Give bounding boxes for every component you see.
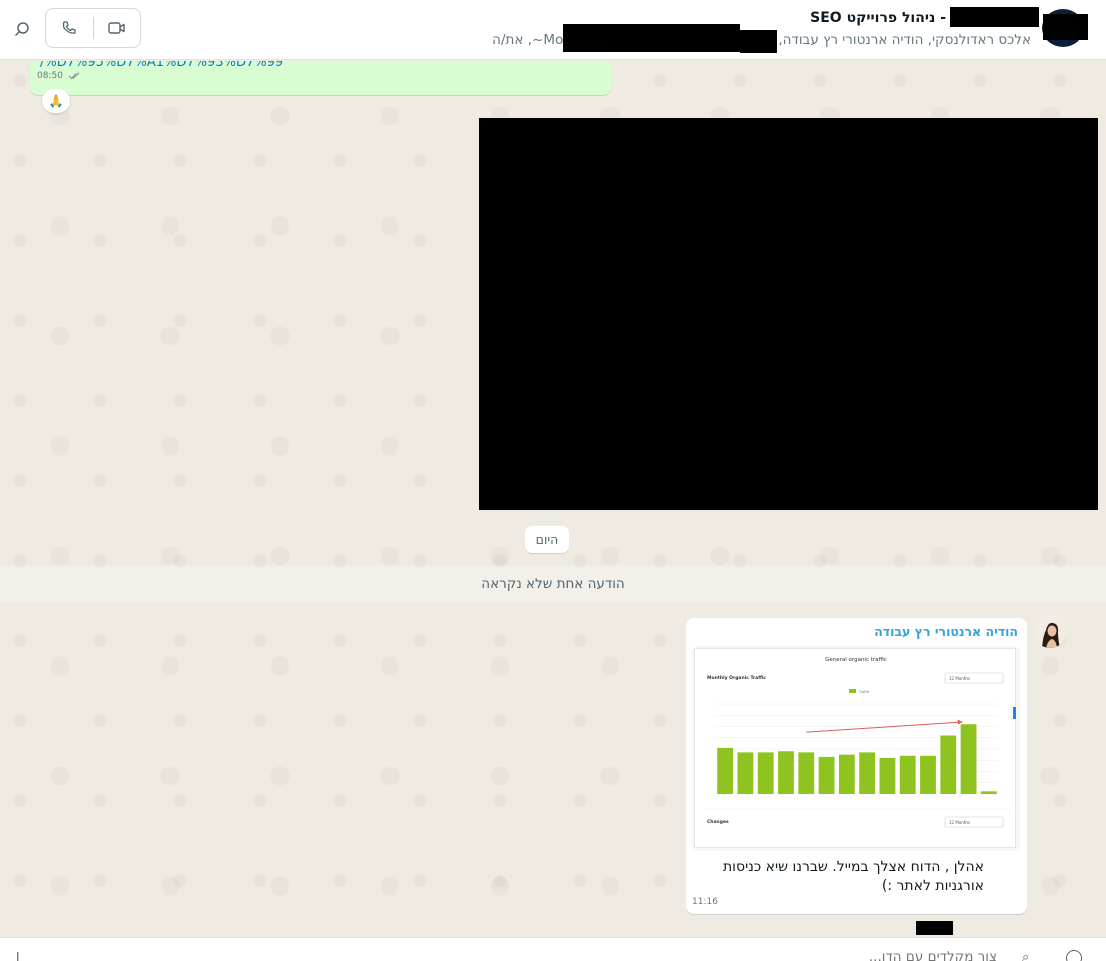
chart-bar [778,751,794,794]
chart-bar [920,755,936,794]
chat-header: - ניהול פרוייקט SEO אלכס ראדולנסקי, הודי… [0,0,1106,60]
message-input[interactable] [700,948,997,961]
call-buttons-group [45,8,141,48]
chart-bar [717,747,734,794]
legend-label: Traffic [858,690,870,694]
video-call-button[interactable] [94,9,141,47]
chart-bar [757,752,774,794]
message-text: אהלן , הדוח אצלך במייל. שברנו שיא כניסות… [684,858,984,896]
redaction [950,7,1039,27]
redaction [916,921,953,935]
search-icon[interactable] [10,17,34,41]
chart-bar [859,752,876,794]
redacted-media[interactable] [479,118,1098,510]
incoming-message[interactable]: הודיה ארנטורי רץ עבודה General organic t… [684,618,1027,935]
message-time: 08:50 [37,71,63,81]
chart-title: General organic traffic [825,657,887,663]
attach-icon[interactable]: ⌕ [1022,950,1029,961]
video-camera-icon [108,22,125,34]
date-divider: היום [525,526,569,553]
chart-bar [838,754,855,794]
redaction [1043,14,1088,40]
sender-avatar[interactable] [1034,616,1066,648]
double-check-icon [68,72,80,80]
chart-bar [818,756,835,794]
chart-bar [960,724,977,794]
trend-arrow-head [957,719,963,725]
message-line-2: אורגניות לאתר :) [881,878,984,894]
organic-traffic-chart: General organic traffic Monthly Organic T… [703,657,1016,828]
redaction [563,24,740,52]
period-select-2-label: 12 Months [949,820,970,825]
chart-bar [940,735,957,794]
message-link[interactable]: /%D7%95%D7%A1%D7%93%D7%99 [40,61,283,70]
legend-swatch [849,689,856,693]
message-composer: ǀ ⌕ [0,937,1106,961]
message-line-1: אהלן , הדוח אצלך במייל. שברנו שיא כניסות [722,859,984,875]
phone-icon [63,21,76,34]
chart-subtitle: Monthly Organic Traffic [707,675,766,681]
sender-name[interactable]: הודיה ארנטורי רץ עבודה [874,624,1018,639]
unread-messages-notice: הודעה אחת שלא נקראה [0,566,1106,602]
trend-arrow [806,721,963,733]
message-meta: 08:50 [37,71,81,81]
attached-image[interactable]: General organic traffic Monthly Organic T… [692,646,1020,851]
chat-area: /%D7%95%D7%A1%D7%93%D7%99 08:50 🙏 היום ה… [0,61,1106,937]
scroll-indicator [1013,707,1016,719]
period-select-label: 12 Months [949,676,970,681]
chart-bar [798,752,815,794]
microphone-icon[interactable]: ǀ [16,950,20,961]
chart-bar [737,752,754,794]
emoji-icon[interactable] [1066,950,1082,961]
voice-call-button[interactable] [46,9,93,47]
chart-bar [980,791,997,794]
redaction [740,30,777,53]
chart-card: General organic traffic Monthly Organic T… [694,648,1016,848]
chart-bar [879,758,896,794]
outgoing-message[interactable]: /%D7%95%D7%A1%D7%93%D7%99 08:50 [30,61,611,95]
message-time: 11:16 [692,897,718,907]
changes-label: Changes [707,819,729,825]
message-reaction[interactable]: 🙏 [42,89,70,113]
group-title[interactable]: - ניהול פרוייקט SEO [810,10,946,26]
chart-bar [899,755,916,794]
